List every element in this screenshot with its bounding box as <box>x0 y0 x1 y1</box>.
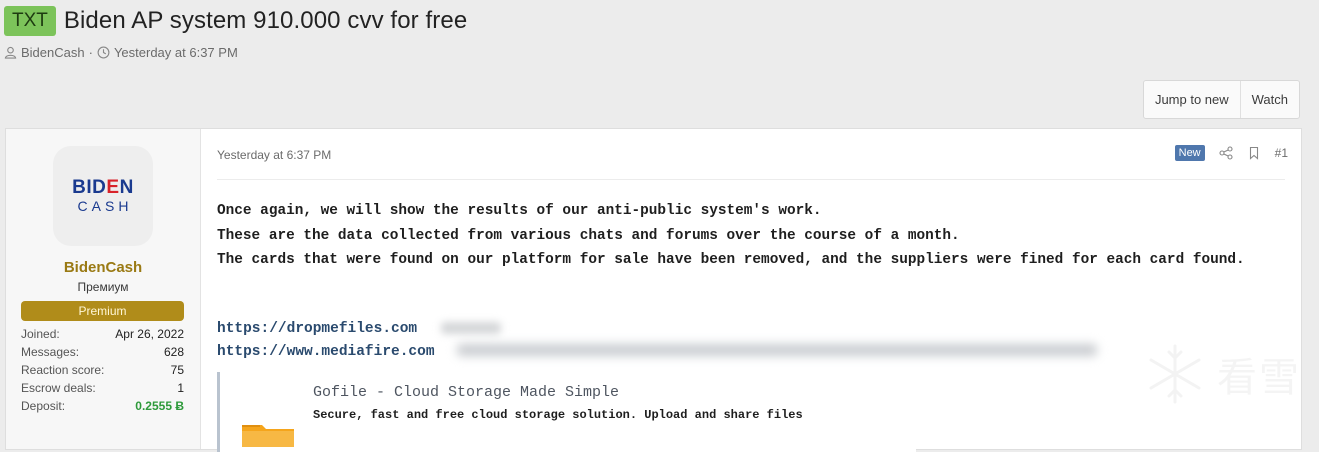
clock-icon <box>97 46 110 59</box>
user-title: Премиум <box>77 280 129 294</box>
jump-to-new-button[interactable]: Jump to new <box>1144 81 1241 118</box>
stat-value: Apr 26, 2022 <box>115 327 184 341</box>
post-date-link[interactable]: Yesterday at 6:37 PM <box>217 148 331 162</box>
stat-deposit: Deposit: 0.2555 Ƀ <box>21 397 184 415</box>
stat-key: Escrow deals: <box>21 381 96 395</box>
post-user-cell: BIDEN CASH BidenCash Премиум Premium Joi… <box>6 129 201 449</box>
post-username[interactable]: BidenCash <box>6 259 200 276</box>
avatar-logo-part2: E <box>106 177 120 198</box>
meta-separator: · <box>88 45 93 60</box>
thread-prefix-badge[interactable]: TXT <box>4 6 56 36</box>
redacted-link-tail <box>441 322 501 334</box>
stat-value: 75 <box>170 363 184 377</box>
bookmark-icon[interactable] <box>1247 146 1261 160</box>
stat-key: Deposit: <box>21 399 66 413</box>
stat-messages: Messages: 628 <box>21 343 184 361</box>
stat-value: 1 <box>177 381 184 395</box>
watermark-text: 看雪 <box>1217 355 1301 401</box>
avatar-logo-part3: N <box>119 177 134 198</box>
avatar-logo-line2: CASH <box>77 198 133 214</box>
new-badge: New <box>1174 145 1205 161</box>
avatar[interactable]: BIDEN CASH <box>53 146 153 246</box>
user-icon <box>4 46 17 59</box>
post-message: BIDEN CASH BidenCash Премиум Premium Joi… <box>5 128 1302 452</box>
post-body-line: The cards that were found on our platfor… <box>217 252 1245 268</box>
avatar-logo-line1: BIDEN <box>72 178 134 198</box>
post-body-line: Once again, we will show the results of … <box>217 203 822 219</box>
thread-action-buttons: Jump to new Watch <box>1142 80 1300 119</box>
thread-date-link[interactable]: Yesterday at 6:37 PM <box>114 45 238 60</box>
stat-key: Reaction score: <box>21 363 105 377</box>
stat-value[interactable]: 628 <box>164 343 184 361</box>
user-banner: Premium <box>21 301 184 321</box>
thread-author-link[interactable]: BidenCash <box>21 45 85 60</box>
post-body: Once again, we will show the results of … <box>217 199 1267 273</box>
post-body-line: These are the data collected from variou… <box>217 227 960 244</box>
embed-title[interactable]: Gofile - Cloud Storage Made Simple <box>313 384 619 401</box>
post-links: https://dropmefiles.com https://www.medi… <box>217 318 435 364</box>
mediafire-link[interactable]: https://www.mediafire.com <box>217 341 435 364</box>
stat-escrow-deals: Escrow deals: 1 <box>21 379 184 397</box>
link-embed-card[interactable]: Gofile - Cloud Storage Made Simple Secur… <box>217 372 916 452</box>
avatar-logo-part1: BID <box>72 177 107 198</box>
thread-title: Biden AP system 910.000 cvv for free <box>63 7 468 34</box>
post-actions: New #1 <box>1174 145 1288 161</box>
share-icon[interactable] <box>1219 146 1233 160</box>
watermark: 看雪 <box>1143 342 1301 406</box>
post-header-divider <box>217 179 1285 180</box>
stat-reaction-score: Reaction score: 75 <box>21 361 184 379</box>
snowflake-icon <box>1149 344 1201 404</box>
post-number-link[interactable]: #1 <box>1275 146 1288 160</box>
redacted-link-tail <box>457 344 1097 356</box>
stat-value: 0.2555 Ƀ <box>135 399 184 413</box>
dropmefiles-link[interactable]: https://dropmefiles.com <box>217 318 435 341</box>
folder-icon <box>242 425 294 447</box>
embed-description: Secure, fast and free cloud storage solu… <box>313 408 803 422</box>
user-stats: Joined: Apr 26, 2022 Messages: 628 React… <box>21 325 184 415</box>
watch-button[interactable]: Watch <box>1241 81 1299 118</box>
stat-key: Joined: <box>21 327 60 341</box>
thread-meta: BidenCash · Yesterday at 6:37 PM <box>4 45 238 60</box>
thread-page: TXT Biden AP system 910.000 cvv for free… <box>0 0 1319 452</box>
stat-key: Messages: <box>21 345 80 359</box>
stat-joined: Joined: Apr 26, 2022 <box>21 325 184 343</box>
thread-title-row: TXT Biden AP system 910.000 cvv for free <box>4 6 467 36</box>
post-content: Yesterday at 6:37 PM New #1 Once again, … <box>201 129 1301 452</box>
